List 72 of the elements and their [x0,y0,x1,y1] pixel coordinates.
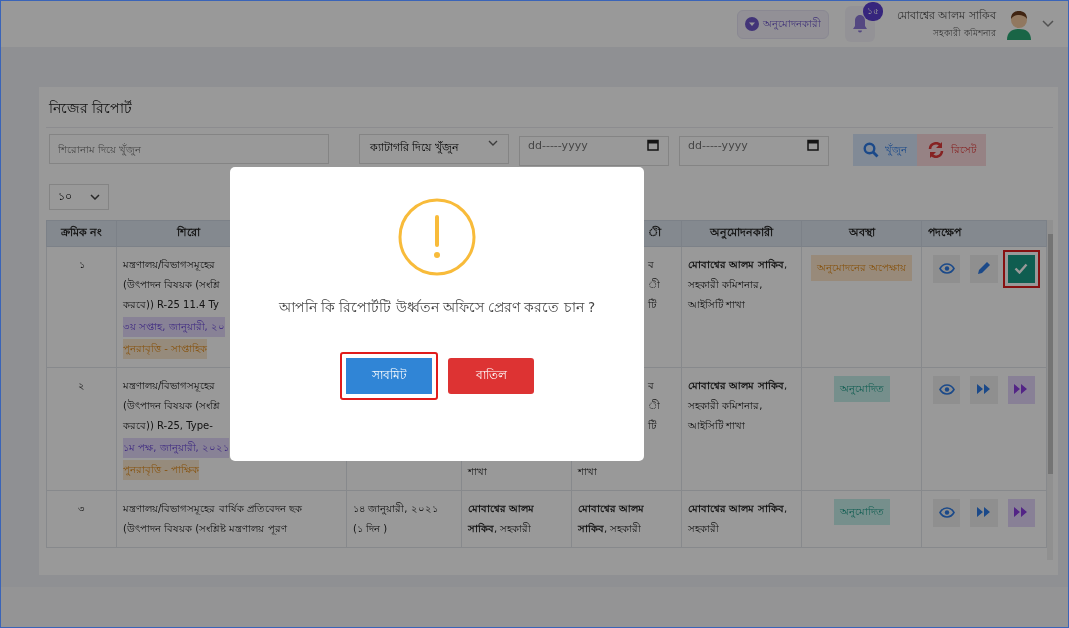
table-cell: ৩ [46,490,117,548]
report-title: (উৎপাদন বিষয়ক (সংশ্লি [123,275,221,295]
recurrence-badge: পুনরাবৃত্তি - সাপ্তাহিক [123,339,207,359]
person-text: মোবাশ্বের আলম সাকিব, সহকারী [468,502,536,536]
approver-text: মোবাশ্বের আলম সাকিব, সহকারী [688,501,789,536]
cell-text-fragment: ব [648,255,654,275]
scrollbar[interactable] [1047,220,1053,560]
warning-icon [397,197,477,277]
caret-icon [90,194,100,200]
report-title: মন্ত্রণালয়/বিভাগসমূহের [123,376,216,396]
report-title: করবে)) R-25, Type- [123,416,213,436]
cell-text-fragment: ী [648,396,660,416]
cell-text-fragment: ী [648,275,660,295]
avatar-icon[interactable] [1004,8,1034,40]
calendar-icon[interactable] [807,139,819,151]
approve-button[interactable] [1002,250,1040,288]
status-badge: অনুমোদিত [833,499,890,525]
column-header: অনুমোদনকারী [681,220,802,247]
cell-text-fragment: টি [648,416,656,436]
cell-text-fragment: শাখা [578,462,597,482]
user-name: মোবাশ্বের আলম সাকিব [897,8,996,24]
period-badge: ১ম পক্ষ, জানুয়ারী, ২০২১ [123,438,229,458]
eye-icon [938,383,955,395]
page-size-select[interactable]: ১০ [49,184,109,210]
column-header: ক্রমিক নং [46,220,117,247]
role-button[interactable]: অনুমোদনকারী [737,9,829,39]
refresh-icon [927,142,945,158]
card-title: নিজের রিপোর্ট [46,87,1053,128]
checkmark-icon [1014,262,1029,274]
cell-text-fragment: শাখা [468,462,487,482]
search-button[interactable]: খুঁজুন [853,134,917,166]
date-field[interactable]: dd-----yyyy [519,135,669,166]
category-select[interactable]: ক্যাটাগরি দিয়ে খুঁজুন [359,134,509,164]
period-badge: ৩য় সপ্তাহ, জানুয়ারী, ২০ [123,317,225,337]
date-field[interactable]: dd-----yyyy [679,135,829,166]
double-arrow-icon [976,505,992,518]
duration-text: (১ দিন ) [353,519,388,539]
dialog-message: আপনি কি রিপোর্টটি উর্ধ্বতন অফিসে প্রেরণ করতে চান ? [278,298,596,317]
table-cell: ১ [46,246,117,368]
search-field[interactable]: শিরোনাম দিয়ে খুঁজুন [49,134,329,164]
eye-icon [938,262,955,274]
notification-badge: ১৫ [863,2,883,21]
submit-button[interactable]: সাবমিট [340,352,438,400]
eye-icon [938,506,955,518]
user-role: সহকারী কমিশনার [933,26,996,40]
table-cell: ২ [46,367,117,491]
calendar-icon[interactable] [647,139,659,151]
person-text: মোবাশ্বের আলম সাকিব, সহকারী [578,502,646,536]
caret-icon [488,140,498,146]
cell-text-fragment: ব [648,376,654,396]
report-title: (উৎপাদন বিষয়ক (সংশ্লি [123,396,221,416]
pencil-icon [977,260,991,275]
bell-icon[interactable] [851,14,869,34]
column-header: অবস্থা [801,220,922,247]
caret-circle-icon [745,17,759,31]
chevron-down-icon[interactable] [1042,20,1054,28]
column-header: পদক্ষেপ [921,220,1047,247]
approver-text: মোবাশ্বের আলম সাকিব, সহকারী কমিশনার, আইসিটি শাখা [688,257,789,312]
cell-text-fragment: টি [648,295,656,315]
report-title: মন্ত্রণালয়/বিভাগসমূহের [123,255,216,275]
report-title: (উৎপাদন বিষয়ক (সংশ্লিষ্ট মন্ত্রণালয় পূরণ [123,519,287,539]
search-icon [863,142,879,158]
status-badge: অনুমোদনের অপেক্ষায় [811,255,912,281]
date-text: ১৪ জানুয়ারী, ২০২১ [353,499,438,519]
report-title: মন্ত্রণালয়/বিভাগসমূহের বার্ষিক প্রতিবেদন ছক [123,499,302,519]
status-badge: অনুমোদিত [833,376,890,402]
double-arrow-icon [976,382,992,395]
cancel-button[interactable]: বাতিল [448,358,534,394]
approver-text: মোবাশ্বের আলম সাকিব, সহকারী কমিশনার, আইসিটি শাখা [688,378,789,433]
report-title: করবে)) R-25 11.4 Ty [123,295,219,315]
reset-button[interactable]: রিসেট [917,134,986,166]
recurrence-badge: পুনরাবৃত্তি - পাক্ষিক [123,460,199,480]
